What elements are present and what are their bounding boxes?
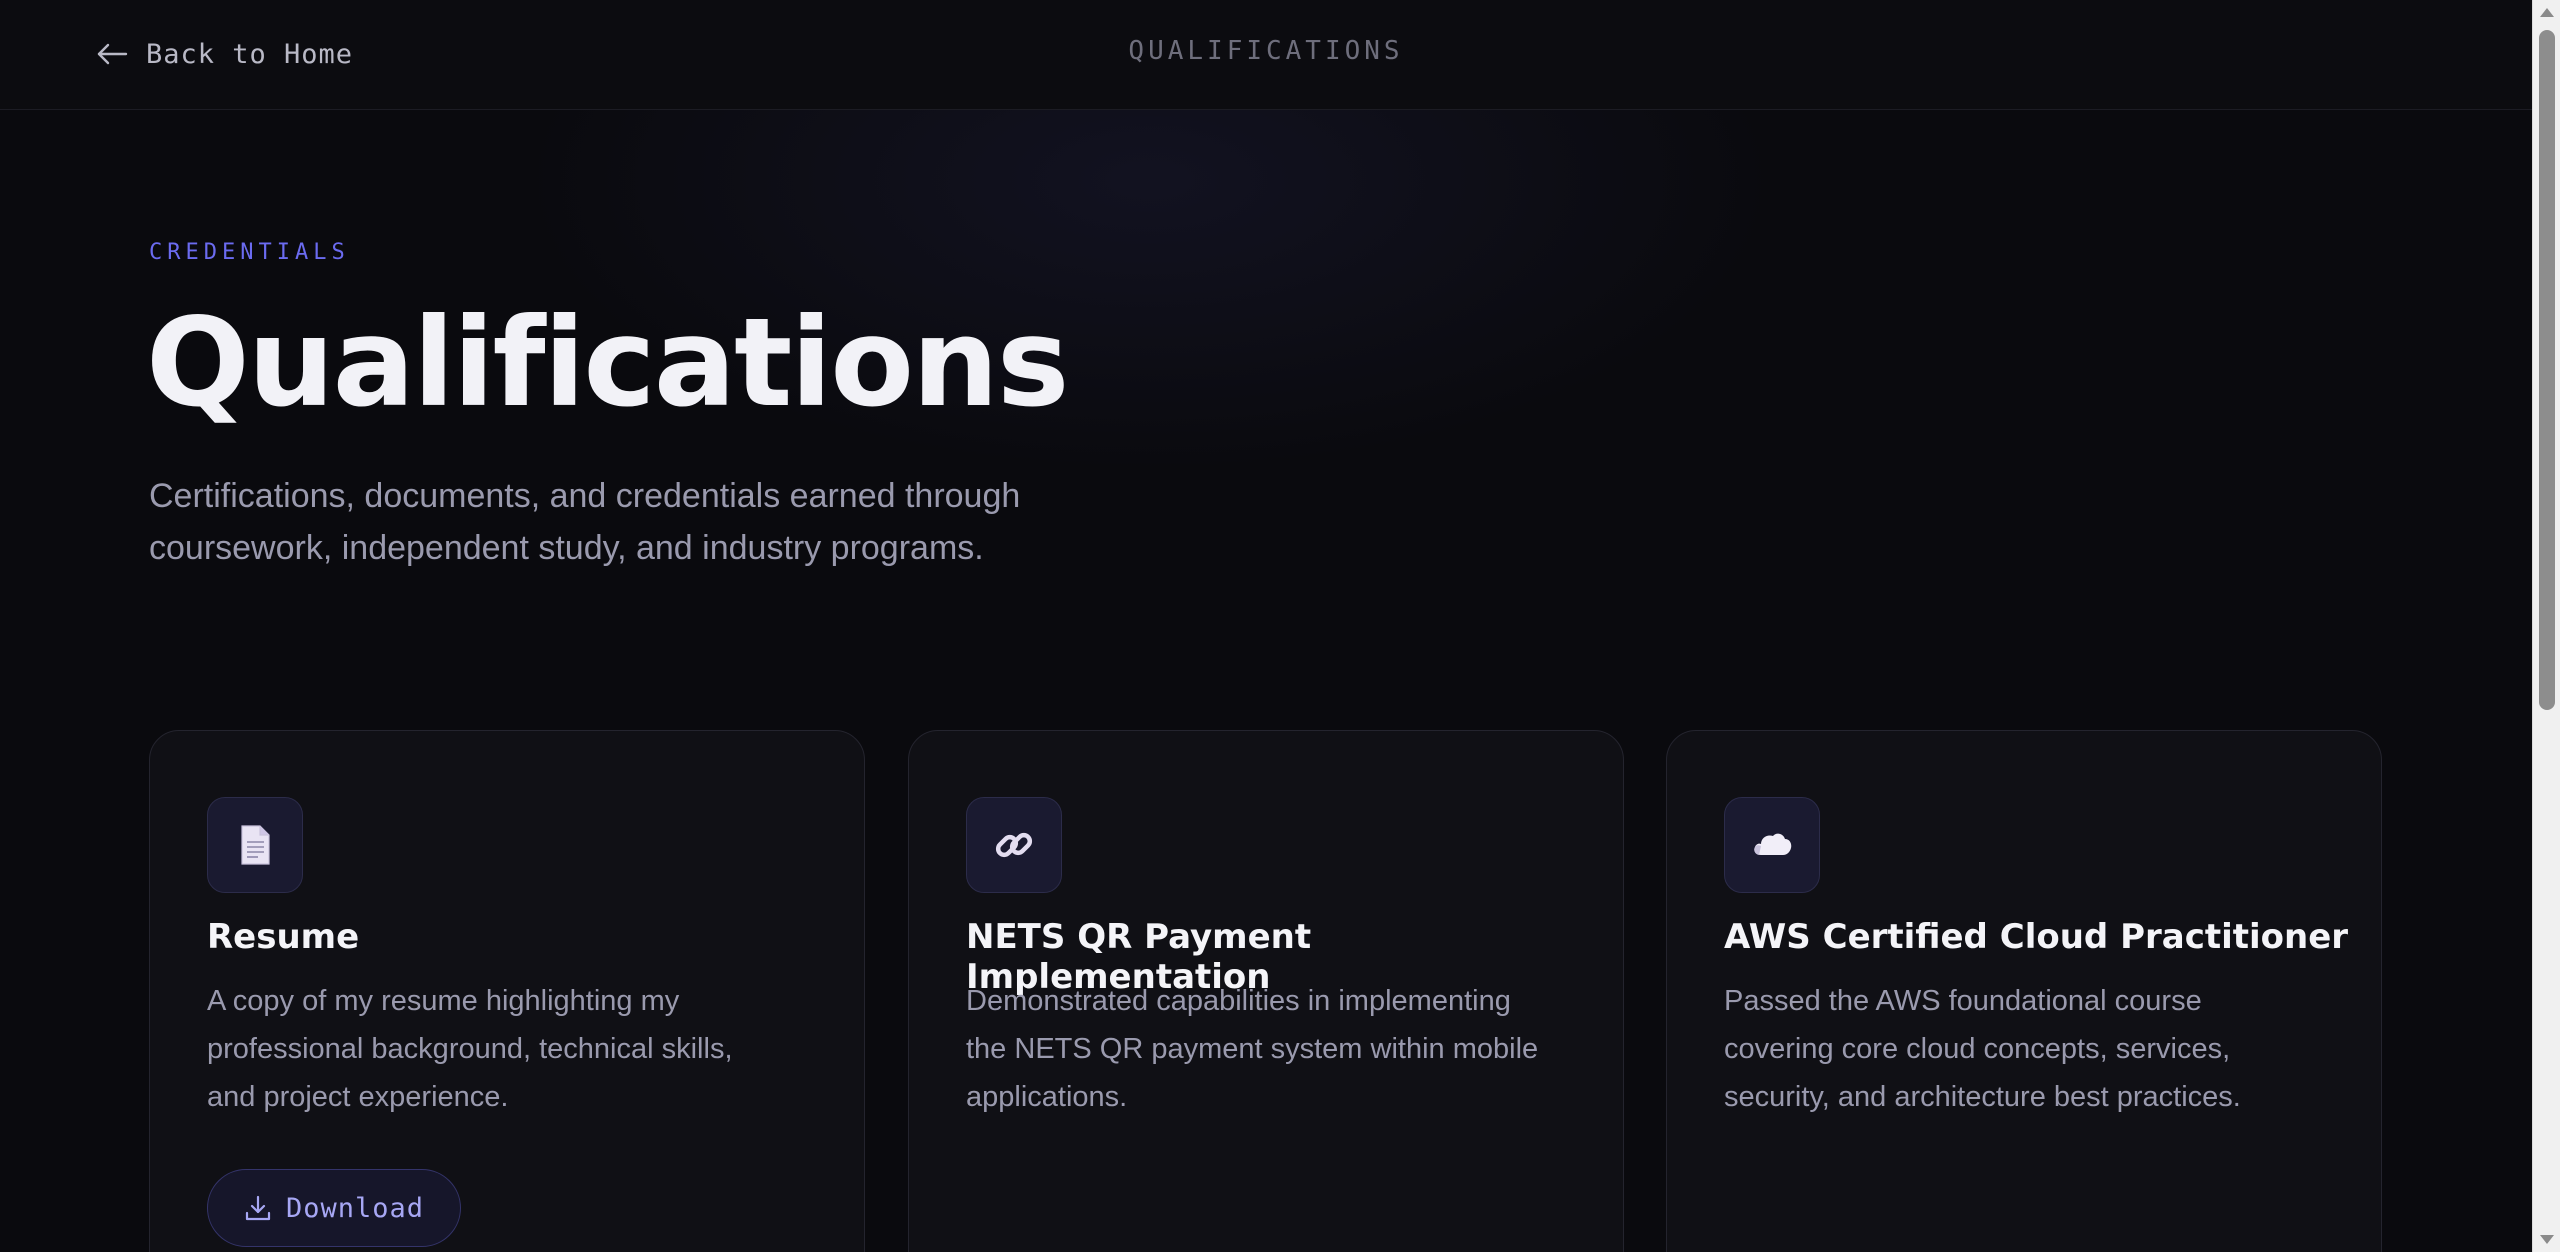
card-description-line: A copy of my resume highlighting my bbox=[207, 985, 680, 1017]
link-icon bbox=[995, 832, 1033, 858]
download-button[interactable]: Download bbox=[207, 1169, 462, 1247]
download-button-label: Download bbox=[286, 1192, 425, 1224]
cloud-icon bbox=[1754, 833, 1792, 855]
card-description-line: professional background, technical skill… bbox=[207, 1033, 733, 1065]
card-aws-cloud: AWS Certified Cloud Practitioner Passed … bbox=[1666, 730, 2382, 1252]
page-subtitle: Certifications, documents, and credentia… bbox=[149, 470, 1149, 574]
card-description-line: covering core cloud concepts, services, bbox=[1724, 1033, 2231, 1065]
card-description: Passed the AWS foundational course cover… bbox=[1724, 977, 2334, 1121]
scrollbar-thumb[interactable] bbox=[2539, 30, 2555, 710]
header-title: QUALIFICATIONS bbox=[1128, 36, 1404, 66]
page-title: Qualifications bbox=[146, 292, 1069, 434]
card-title: AWS Certified Cloud Practitioner bbox=[1724, 917, 2349, 957]
document-icon bbox=[241, 825, 270, 865]
card-description-line: applications. bbox=[966, 1081, 1128, 1113]
subtitle-line: Certifications, documents, and credentia… bbox=[149, 477, 1021, 515]
card-description-line: Demonstrated capabilities in implementin… bbox=[966, 985, 1511, 1017]
section-eyebrow: CREDENTIALS bbox=[149, 240, 350, 265]
page: Back to Home QUALIFICATIONS CREDENTIALS … bbox=[0, 0, 2560, 1252]
card-description: A copy of my resume highlighting my prof… bbox=[207, 977, 817, 1121]
card-resume: Resume A copy of my resume highlighting … bbox=[149, 730, 865, 1252]
card-description-line: Passed the AWS foundational course bbox=[1724, 985, 2202, 1017]
card-description-line: security, and architecture best practice… bbox=[1724, 1081, 2241, 1113]
card-icon-container bbox=[966, 797, 1062, 893]
top-bar: Back to Home QUALIFICATIONS bbox=[0, 0, 2532, 110]
card-title: Resume bbox=[207, 917, 360, 957]
download-icon bbox=[245, 1195, 271, 1221]
card-description: Demonstrated capabilities in implementin… bbox=[966, 977, 1576, 1121]
scroll-down-arrow-icon[interactable] bbox=[2540, 1235, 2554, 1244]
vertical-scrollbar[interactable] bbox=[2532, 0, 2560, 1252]
scroll-up-arrow-icon[interactable] bbox=[2540, 8, 2554, 17]
card-icon-container bbox=[1724, 797, 1820, 893]
card-description-line: and project experience. bbox=[207, 1081, 509, 1113]
card-description-line: the NETS QR payment system within mobile bbox=[966, 1033, 1539, 1065]
subtitle-line: coursework, independent study, and indus… bbox=[149, 529, 984, 567]
card-nets-qr: NETS QR Payment Implementation Demonstra… bbox=[908, 730, 1624, 1252]
card-icon-container bbox=[207, 797, 303, 893]
